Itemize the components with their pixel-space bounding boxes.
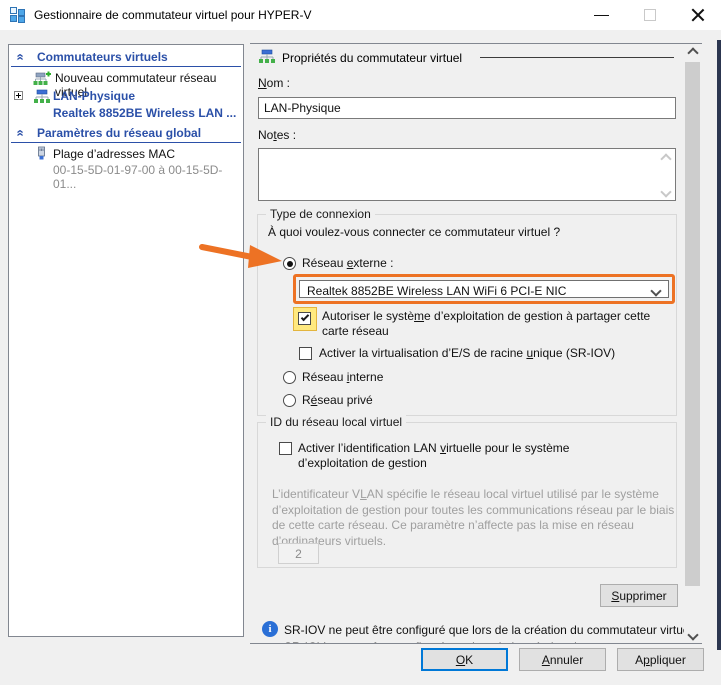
ok-button[interactable]: OK [421,648,508,671]
collapse-chevron-icon: « [15,129,27,136]
maximize-button [628,0,673,30]
section-divider [11,142,241,143]
sidebar-item-lan-adapter[interactable]: Realtek 8852BE Wireless LAN ... [9,105,243,122]
group-title: ID du réseau local virtuel [266,415,406,429]
notes-label: Notes : [258,128,296,142]
sriov-info-message: SR-IOV ne peut être configuré que lors d… [284,623,696,637]
sidebar-item-new-switch[interactable]: Nouveau commutateur réseau virtuel [9,70,243,87]
close-icon [691,8,705,22]
close-button[interactable] [676,0,721,30]
private-network-label: Réseau privé [302,393,373,408]
annotation-arrow [198,241,286,269]
vlan-id-input [278,543,319,564]
scroll-up-icon [687,47,698,58]
sidebar-section-virtual-switches[interactable]: « Commutateurs virtuels [9,48,243,66]
maximize-icon [644,9,656,21]
sidebar-item-mac-range[interactable]: Plage d’adresses MAC [9,146,243,163]
section-divider [11,66,241,67]
window-right-border [717,40,721,650]
switch-tree-panel: « Commutateurs virtuels Nouveau commutat… [8,44,244,637]
vlan-description: L’identificateur VLAN spécifie le réseau… [272,487,676,549]
chevron-down-icon [650,285,661,296]
group-title: Type de connexion [266,207,375,221]
scroll-down-icon [687,629,698,640]
connection-type-group: Type de connexion À quoi voulez-vous con… [257,214,677,416]
scrollbar-thumb[interactable] [685,62,700,586]
title-bar: Gestionnaire de commutateur virtuel pour… [0,0,721,30]
share-os-checkbox[interactable] [298,312,311,325]
apply-button[interactable]: Appliquer [617,648,704,671]
sidebar-section-global-settings[interactable]: « Paramètres du réseau global [9,124,243,142]
hyperv-app-icon [10,7,26,23]
vlan-id-group: ID du réseau local virtuel Activer l’ide… [257,422,677,568]
expand-icon[interactable] [14,91,23,100]
scroll-down-button[interactable] [684,626,701,643]
name-input[interactable] [258,97,676,119]
window-title: Gestionnaire de commutateur virtuel pour… [34,8,311,22]
cancel-button[interactable]: Annuler [519,648,606,671]
sriov-checkbox[interactable] [299,347,312,360]
sidebar-item-mac-range-value[interactable]: 00-15-5D-01-97-00 à 00-15-5D-01... [9,162,243,179]
adapter-dropdown[interactable]: Realtek 8852BE Wireless LAN WiFi 6 PCI-E… [299,280,669,298]
switch-properties-pane: Propriétés du commutateur virtuel Nom : … [250,43,702,644]
notes-textarea[interactable] [258,148,676,201]
collapse-chevron-icon: « [15,53,27,60]
sidebar-item-lan-physique[interactable]: LAN-Physique [9,88,243,105]
adapter-selected-value: Realtek 8852BE Wireless LAN WiFi 6 PCI-E… [307,284,566,298]
scroll-down-icon [660,186,671,197]
virtual-switch-icon [33,89,51,104]
adapter-highlight-annotation: Realtek 8852BE Wireless LAN WiFi 6 PCI-E… [293,274,675,304]
name-label: Nom : [258,76,290,90]
vlan-enable-checkbox[interactable] [279,442,292,455]
sriov-label: Activer la virtualisation d’E/S de racin… [319,346,615,361]
clipped-next-line: SR-IOV ne peut être configuré que lors d… [284,640,674,644]
delete-button[interactable]: Supprimer [600,584,678,607]
scroll-up-icon [660,153,671,164]
minimize-button[interactable] [580,0,625,30]
section-title: Propriétés du commutateur virtuel [282,51,462,65]
new-switch-icon [33,71,51,86]
pane-scrollbar[interactable] [684,44,701,643]
private-network-radio[interactable] [283,394,296,407]
connection-question: À quoi voulez-vous connecter ce commutat… [268,225,560,240]
share-os-label: Autoriser le système d’exploitation de g… [322,309,678,339]
scroll-up-button[interactable] [684,44,701,61]
mac-address-icon [36,146,47,161]
external-network-label: Réseau externe : [302,256,393,271]
internal-network-radio[interactable] [283,371,296,384]
check-icon [301,313,309,321]
virtual-switch-icon [258,49,276,64]
internal-network-label: Réseau interne [302,370,383,385]
minimize-icon [594,15,609,16]
share-checkbox-highlight-annotation [293,307,317,331]
info-icon: i [262,621,278,637]
section-rule [480,57,674,58]
vlan-enable-label: Activer l’identification LAN virtuelle p… [298,441,638,471]
